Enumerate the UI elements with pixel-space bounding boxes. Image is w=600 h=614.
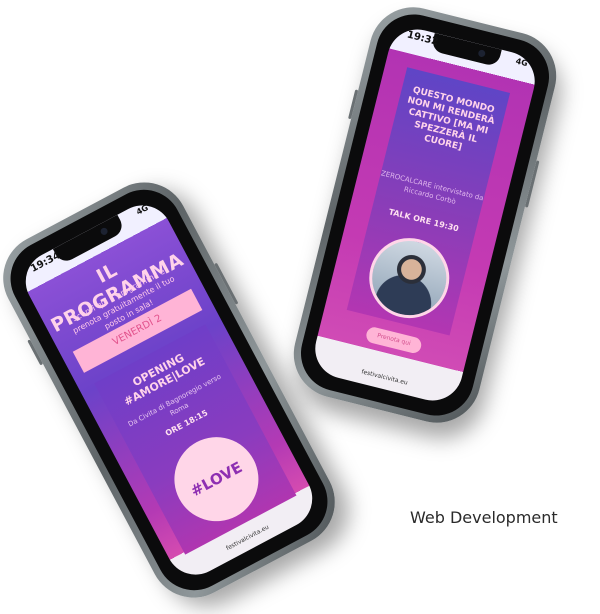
phone-bezel: 19:34 4G IL PROGRAMMA Scopri qui il prog…: [0, 176, 341, 604]
status-time: 19:34: [28, 250, 63, 275]
talk-title: QUESTO MONDO NON MI RENDERÀ CATTIVO [MA …: [406, 85, 496, 153]
phone-mockup-program: 19:34 4G IL PROGRAMMA Scopri qui il prog…: [0, 166, 351, 614]
speaker-name: ZEROCALCARE intervistato da Riccardo Cor…: [380, 169, 485, 206]
volume-button: [348, 89, 359, 120]
love-badge: #LOVE: [159, 422, 274, 536]
book-button[interactable]: Prenota qui: [364, 325, 423, 355]
caption-text: Web Development: [410, 508, 558, 527]
url-bar[interactable]: festivalcivita.eu: [311, 356, 458, 399]
phone-screen: 19:34 4G IL PROGRAMMA Scopri qui il prog…: [15, 194, 323, 586]
camera-icon: [477, 49, 486, 58]
phone-bezel: 19:32 4G QUESTO MONDO NON MI RENDERÀ CAT…: [292, 6, 558, 424]
signal-icon: 4G: [134, 203, 150, 217]
talk-panel: QUESTO MONDO NON MI RENDERÀ CATTIVO [MA …: [346, 67, 511, 336]
signal-icon: 4G: [514, 56, 529, 69]
speaker-avatar: [360, 229, 458, 327]
camera-icon: [99, 226, 109, 237]
event-card[interactable]: OPENING #AMORE|LOVE Da Civita di Bagnore…: [94, 324, 297, 555]
notch: [430, 32, 502, 68]
phone-screen: 19:32 4G QUESTO MONDO NON MI RENDERÀ CAT…: [308, 23, 542, 407]
phone-mockup-talk: 19:32 4G QUESTO MONDO NON MI RENDERÀ CAT…: [284, 0, 566, 433]
